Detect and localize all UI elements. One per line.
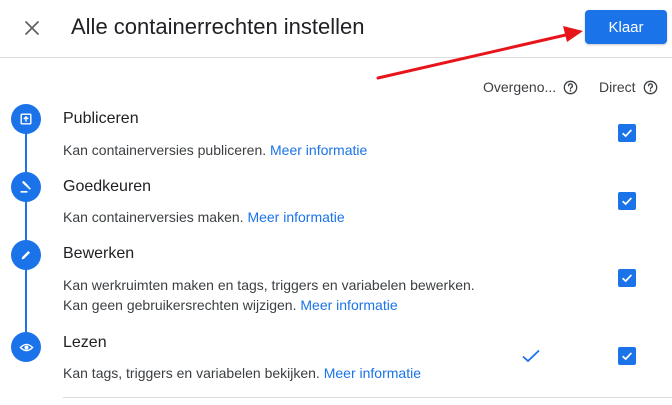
- learn-more-link[interactable]: Meer informatie: [270, 142, 367, 158]
- role-description: Kan werkruimten maken en tags, triggers …: [63, 275, 475, 295]
- role-title: Goedkeuren: [63, 178, 152, 195]
- column-header-direct: Direct: [599, 79, 658, 95]
- learn-more-link[interactable]: Meer informatie: [300, 297, 397, 313]
- divider: [63, 397, 672, 398]
- inherited-check-lezen: [520, 347, 542, 365]
- role-description-text: Kan werkruimten maken en tags, triggers …: [63, 277, 475, 293]
- role-title: Publiceren: [63, 110, 139, 127]
- role-description-line2: Kan geen gebruikersrechten wijzigen. Mee…: [63, 295, 398, 315]
- role-description-text: Kan tags, triggers en variabelen bekijke…: [63, 365, 320, 381]
- checkmark-icon: [622, 197, 633, 206]
- role-description: Kan containerversies publiceren. Meer in…: [63, 140, 367, 160]
- gavel-icon: [11, 172, 41, 202]
- direct-checkbox-publiceren[interactable]: [618, 124, 636, 142]
- done-button[interactable]: Klaar: [585, 10, 667, 44]
- eye-icon: [11, 332, 41, 362]
- close-button[interactable]: [18, 14, 46, 42]
- role-description-text: Kan containerversies maken.: [63, 209, 244, 225]
- role-description: Kan containerversies maken. Meer informa…: [63, 207, 345, 227]
- help-icon[interactable]: [643, 80, 658, 95]
- direct-checkbox-goedkeuren[interactable]: [618, 192, 636, 210]
- checkmark-icon: [522, 349, 540, 363]
- publish-icon: [11, 104, 41, 134]
- checkmark-icon: [622, 129, 633, 138]
- dialog-header: Alle containerrechten instellen Klaar: [0, 0, 672, 58]
- checkmark-icon: [622, 352, 633, 361]
- role-description: Kan tags, triggers en variabelen bekijke…: [63, 363, 421, 383]
- role-title: Lezen: [63, 334, 107, 351]
- role-description-text: Kan containerversies publiceren.: [63, 142, 267, 158]
- checkmark-icon: [622, 274, 633, 283]
- learn-more-link[interactable]: Meer informatie: [247, 209, 344, 225]
- role-description-text: Kan geen gebruikersrechten wijzigen.: [63, 297, 297, 313]
- pencil-icon: [11, 240, 41, 270]
- role-timeline: [25, 118, 27, 348]
- role-title: Bewerken: [63, 245, 135, 262]
- column-label-inherited: Overgeno...: [483, 79, 557, 95]
- page-title: Alle containerrechten instellen: [71, 14, 365, 39]
- help-icon[interactable]: [563, 80, 578, 95]
- direct-checkbox-bewerken[interactable]: [618, 269, 636, 287]
- learn-more-link[interactable]: Meer informatie: [324, 365, 421, 381]
- direct-checkbox-lezen[interactable]: [618, 347, 636, 365]
- close-icon: [25, 21, 39, 35]
- column-header-inherited: Overgeno...: [483, 79, 578, 95]
- column-label-direct: Direct: [599, 79, 636, 95]
